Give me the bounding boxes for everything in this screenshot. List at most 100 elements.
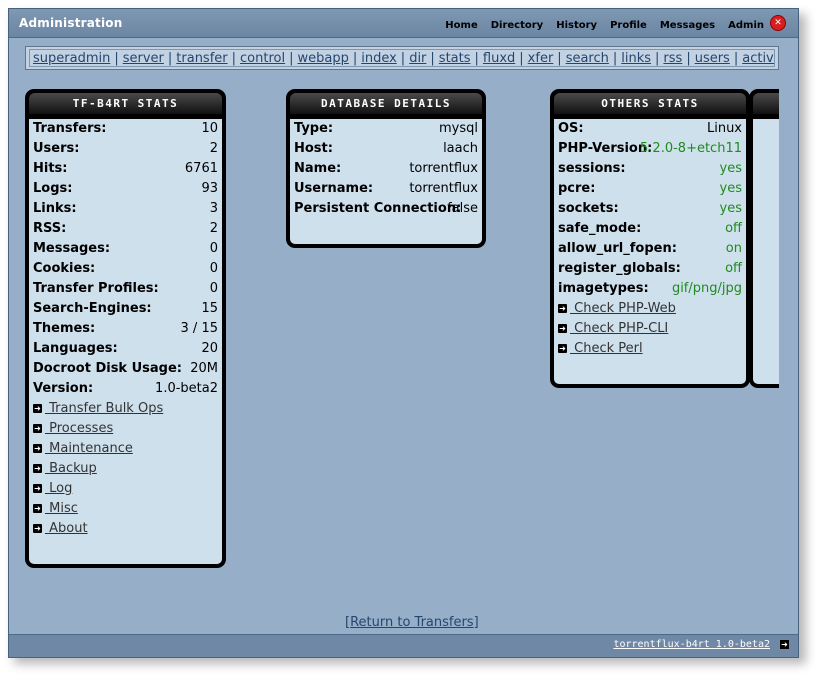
tf-stat-label: Languages:: [33, 341, 118, 356]
admin-link-webapp[interactable]: webapp: [297, 51, 348, 66]
tf-stat-value: 0: [209, 241, 218, 256]
admin-link-control[interactable]: control: [240, 51, 285, 66]
tf-stat-link[interactable]: Backup: [45, 461, 97, 476]
tf-stat-row: Version: 1.0-beta2: [33, 379, 218, 399]
top-nav: Home Directory History Profile Messages Admin: [432, 17, 764, 31]
other-stat-row: sockets: yes: [558, 199, 742, 219]
other-stat-row: OS: Linux: [558, 119, 742, 139]
nav-messages-link[interactable]: Messages: [660, 20, 715, 31]
other-stat-label: register_globals:: [558, 261, 681, 276]
db-detail-row: Username: torrentflux: [294, 179, 478, 199]
tf-stat-row: RSS: 2: [33, 219, 218, 239]
admin-link-index[interactable]: index: [361, 51, 397, 66]
close-icon[interactable]: ✕: [770, 15, 786, 31]
tf-stat-link[interactable]: Transfer Bulk Ops: [45, 401, 163, 416]
other-stat-value: yes: [719, 181, 742, 196]
tf-stat-link-row[interactable]: ➜ Misc: [33, 499, 78, 519]
tf-stat-label: Search-Engines:: [33, 301, 152, 316]
admin-link-activity[interactable]: activity: [742, 51, 774, 66]
tf-stat-link-row[interactable]: ➜ Backup: [33, 459, 97, 479]
tf-stat-link[interactable]: Processes: [45, 421, 113, 436]
tf-stat-value: 15: [201, 301, 218, 316]
tf-stat-value: 2: [209, 141, 218, 156]
db-detail-label: Host:: [294, 141, 333, 156]
footer-bar: torrentflux-b4rt 1.0-beta2 ➜: [9, 634, 798, 657]
arrow-icon: ➜: [33, 504, 42, 513]
tf-stat-value: 93: [201, 181, 218, 196]
tf-stat-link-row[interactable]: ➜ Processes: [33, 419, 113, 439]
other-stat-label: sockets:: [558, 201, 619, 216]
tf-stats-title: TF-B4RT STATS: [29, 93, 222, 114]
admin-link-transfer[interactable]: transfer: [176, 51, 227, 66]
extra-stats-title: [753, 93, 779, 114]
arrow-icon: ➜: [33, 424, 42, 433]
other-stat-label: imagetypes:: [558, 281, 649, 296]
nav-history-link[interactable]: History: [556, 20, 597, 31]
tf-stat-link-row[interactable]: ➜ Transfer Bulk Ops: [33, 399, 163, 419]
other-stat-label: PHP-Version:: [558, 141, 653, 156]
arrow-icon: ➜: [33, 524, 42, 533]
db-detail-value: mysql: [439, 121, 478, 136]
link-separator: |: [519, 51, 524, 66]
admin-link-links[interactable]: links: [621, 51, 651, 66]
other-stat-link[interactable]: Check PHP-CLI: [570, 321, 668, 336]
nav-admin-link[interactable]: Admin: [728, 20, 764, 31]
tf-stat-link[interactable]: Log: [45, 481, 72, 496]
nav-profile-link[interactable]: Profile: [610, 20, 647, 31]
nav-home-link[interactable]: Home: [445, 20, 477, 31]
extra-stats-header: [749, 89, 779, 119]
admin-link-stats[interactable]: stats: [439, 51, 471, 66]
db-detail-label: Type:: [294, 121, 334, 136]
link-separator: |: [612, 51, 618, 66]
footer-version-link[interactable]: torrentflux-b4rt 1.0-beta2: [613, 639, 770, 650]
others-stats-panel: OTHERS STATS OS: Linux PHP-Version: 5.2.0-8…: [550, 89, 750, 388]
admin-link-rss[interactable]: rss: [663, 51, 682, 66]
admin-link-xfer[interactable]: xfer: [528, 51, 554, 66]
tf-stat-row: Messages: 0: [33, 239, 218, 259]
return-to-transfers-link[interactable]: Return to Transfers: [350, 615, 474, 630]
db-details-panel: DATABASE DETAILS Type: mysql Host: laach Nam…: [286, 89, 486, 248]
db-detail-row: Name: torrentflux: [294, 159, 478, 179]
tf-stat-link[interactable]: Maintenance: [45, 441, 133, 456]
tf-stat-label: Cookies:: [33, 261, 96, 276]
tf-stat-link[interactable]: Misc: [45, 501, 78, 516]
arrow-icon: ➜: [33, 484, 42, 493]
bracket-close: ]: [473, 615, 479, 630]
tf-stat-row: Transfer Profiles: 0: [33, 279, 218, 299]
admin-link-users[interactable]: users: [695, 51, 730, 66]
other-stat-link-row[interactable]: ➜ Check PHP-CLI: [558, 319, 668, 339]
arrow-icon: ➜: [33, 404, 42, 413]
db-detail-label: Name:: [294, 161, 342, 176]
arrow-icon[interactable]: ➜: [780, 640, 789, 649]
other-stat-link[interactable]: Check Perl: [570, 341, 642, 356]
tf-stat-label: Transfers:: [33, 121, 107, 136]
tf-stat-link-row[interactable]: ➜ Maintenance: [33, 439, 133, 459]
db-detail-label: Username:: [294, 181, 374, 196]
other-stat-link[interactable]: Check PHP-Web: [570, 301, 676, 316]
tf-stat-link-row[interactable]: ➜ About: [33, 519, 88, 539]
other-stat-link-row[interactable]: ➜ Check Perl: [558, 339, 643, 359]
arrow-icon: ➜: [558, 304, 567, 313]
db-detail-value: torrentflux: [409, 161, 478, 176]
other-stat-link-row[interactable]: ➜ Check PHP-Web: [558, 299, 676, 319]
tf-stat-link[interactable]: About: [45, 521, 87, 536]
admin-link-fluxd[interactable]: fluxd: [483, 51, 515, 66]
other-stat-label: safe_mode:: [558, 221, 642, 236]
other-stat-value: gif/png/jpg: [671, 281, 742, 296]
admin-link-search[interactable]: search: [566, 51, 609, 66]
admin-link-dir[interactable]: dir: [409, 51, 426, 66]
others-stats-clip: OTHERS STATS OS: Linux PHP-Version: 5.2.0-8…: [550, 89, 779, 389]
tf-stat-label: Logs:: [33, 181, 73, 196]
app-title: Administration: [19, 16, 123, 30]
nav-directory-link[interactable]: Directory: [491, 20, 543, 31]
tf-stat-label: Version:: [33, 381, 94, 396]
other-stat-row: allow_url_fopen: on: [558, 239, 742, 259]
db-details-title: DATABASE DETAILS: [290, 93, 482, 114]
admin-link-server[interactable]: server: [123, 51, 164, 66]
tf-stat-link-row[interactable]: ➜ Log: [33, 479, 72, 499]
link-separator: |: [400, 51, 406, 66]
admin-link-superadmin[interactable]: superadmin: [33, 51, 110, 66]
others-stats-title: OTHERS STATS: [554, 93, 746, 114]
link-separator: |: [733, 51, 739, 66]
db-detail-value: laach: [443, 141, 478, 156]
